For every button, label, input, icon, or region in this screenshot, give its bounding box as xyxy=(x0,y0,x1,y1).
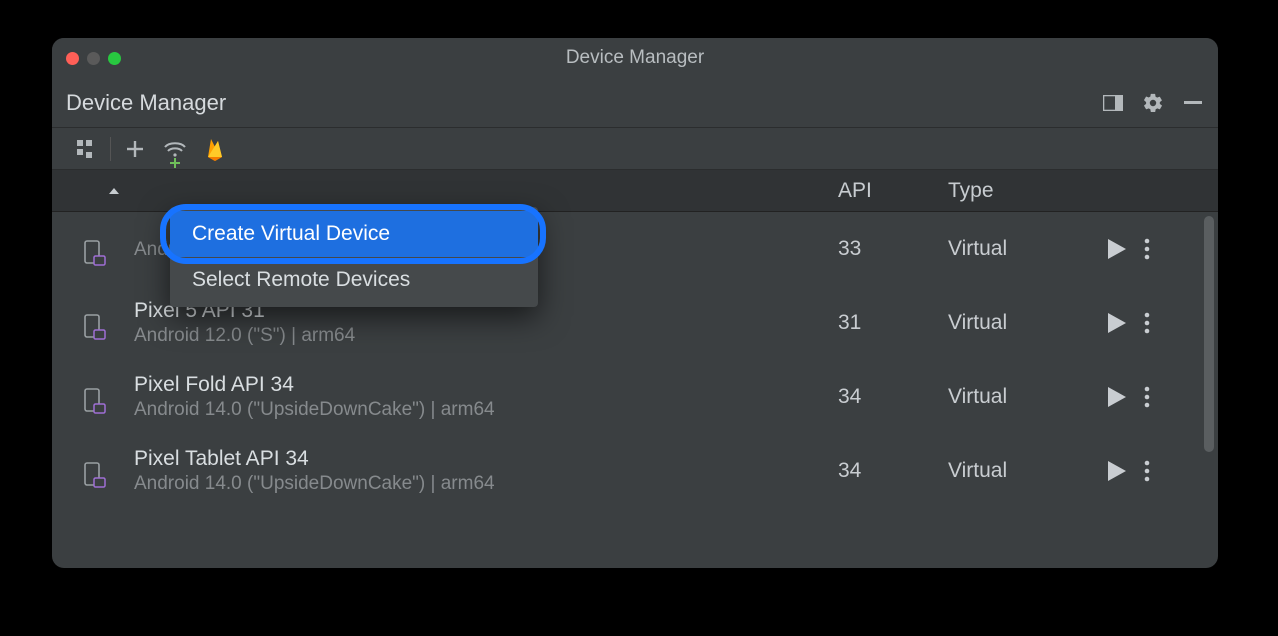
device-type: Virtual xyxy=(948,311,1108,335)
play-icon[interactable] xyxy=(1108,313,1126,333)
panel-header: Device Manager xyxy=(52,78,1218,128)
create-virtual-device-item[interactable]: Create Virtual Device xyxy=(170,211,538,257)
sort-asc-icon xyxy=(108,185,120,197)
column-api[interactable]: API xyxy=(838,179,948,203)
device-subtitle: Android 14.0 ("UpsideDownCake") | arm64 xyxy=(134,399,838,421)
toolbar xyxy=(52,128,1218,170)
device-name: Pixel Fold API 34 xyxy=(134,373,838,397)
add-device-dropdown: Create Virtual Device Select Remote Devi… xyxy=(170,207,538,307)
device-type: Virtual xyxy=(948,385,1108,409)
window-title: Device Manager xyxy=(52,47,1218,69)
device-api: 31 xyxy=(838,311,948,335)
device-type: Virtual xyxy=(948,237,1108,261)
table-row[interactable]: Pixel Fold API 34 Android 14.0 ("UpsideD… xyxy=(52,360,1218,434)
play-icon[interactable] xyxy=(1108,387,1126,407)
device-api: 34 xyxy=(838,385,948,409)
dock-icon[interactable] xyxy=(1102,92,1124,114)
phone-icon xyxy=(84,388,108,412)
device-subtitle: Android 14.0 ("UpsideDownCake") | arm64 xyxy=(134,473,838,495)
device-type: Virtual xyxy=(948,459,1108,483)
device-name: Pixel Tablet API 34 xyxy=(134,447,838,471)
minimize-window-button[interactable] xyxy=(87,52,100,65)
select-remote-devices-item[interactable]: Select Remote Devices xyxy=(170,257,538,303)
panel-title: Device Manager xyxy=(66,90,226,116)
column-name[interactable] xyxy=(108,185,838,197)
gear-icon[interactable] xyxy=(1142,92,1164,114)
grid-view-icon[interactable] xyxy=(66,132,106,166)
device-api: 34 xyxy=(838,459,948,483)
minimize-icon[interactable] xyxy=(1182,92,1204,114)
column-type[interactable]: Type xyxy=(948,179,1108,203)
device-subtitle: Android 12.0 ("S") | arm64 xyxy=(134,325,838,347)
table-header: API Type xyxy=(52,170,1218,212)
zoom-window-button[interactable] xyxy=(108,52,121,65)
more-icon[interactable] xyxy=(1144,386,1150,408)
wifi-pair-icon[interactable] xyxy=(155,132,195,166)
more-icon[interactable] xyxy=(1144,238,1150,260)
close-window-button[interactable] xyxy=(66,52,79,65)
firebase-icon[interactable] xyxy=(195,132,235,166)
more-icon[interactable] xyxy=(1144,460,1150,482)
titlebar: Device Manager xyxy=(52,38,1218,78)
traffic-lights xyxy=(66,52,121,65)
add-device-icon[interactable] xyxy=(115,132,155,166)
play-icon[interactable] xyxy=(1108,461,1126,481)
phone-icon xyxy=(84,462,108,486)
phone-icon xyxy=(84,240,108,264)
play-icon[interactable] xyxy=(1108,239,1126,259)
scrollbar[interactable] xyxy=(1204,216,1214,452)
device-api: 33 xyxy=(838,237,948,261)
phone-icon xyxy=(84,314,108,338)
table-row[interactable]: Pixel Tablet API 34 Android 14.0 ("Upsid… xyxy=(52,434,1218,508)
more-icon[interactable] xyxy=(1144,312,1150,334)
